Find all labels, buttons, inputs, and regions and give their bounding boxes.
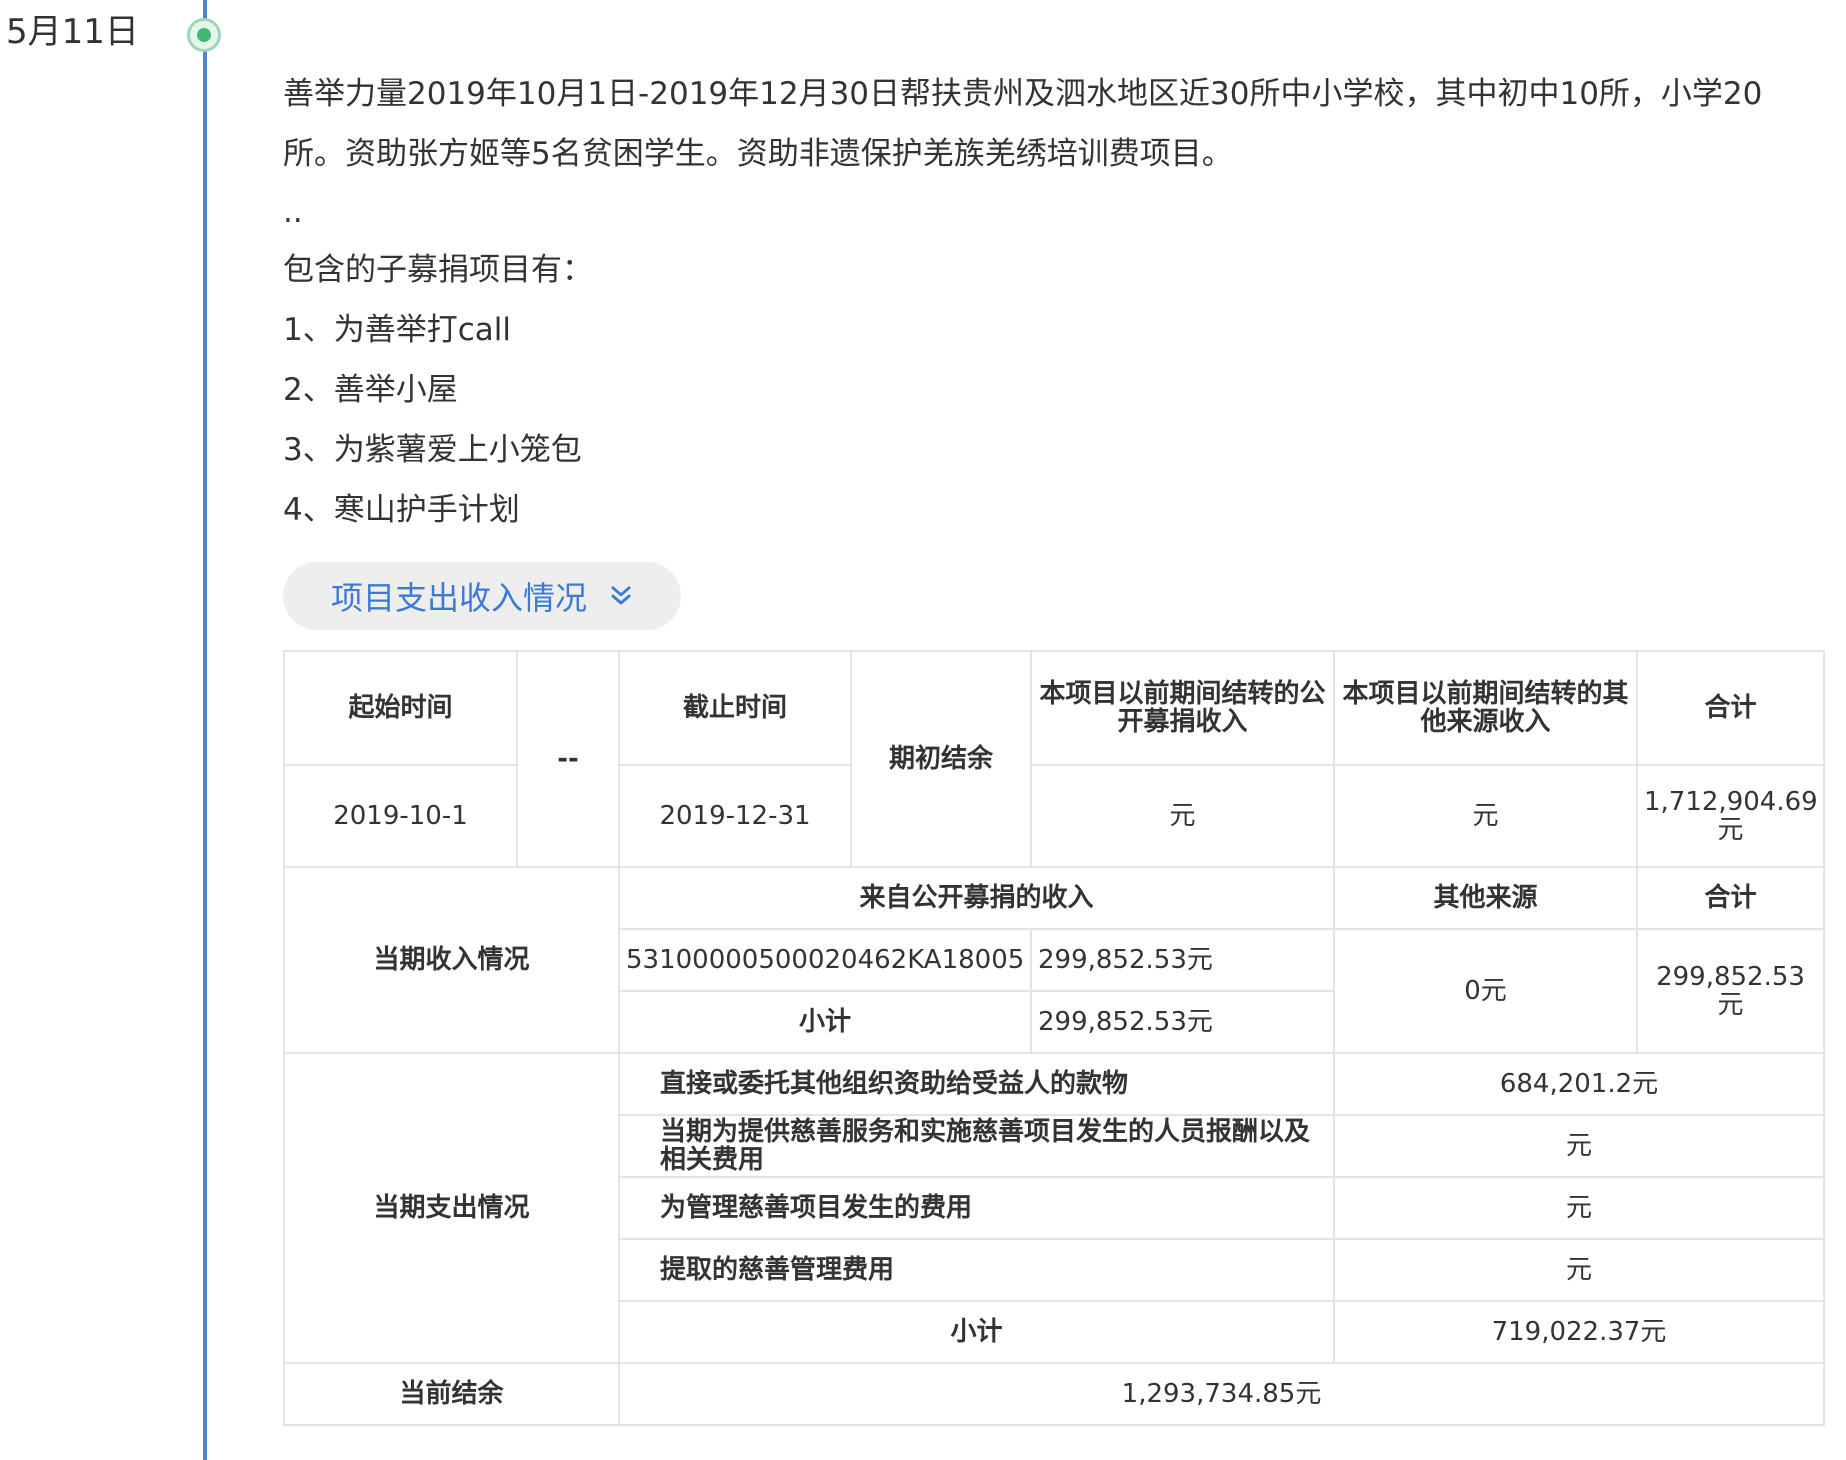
prior-other-income-value: 元 xyxy=(1333,764,1638,868)
expense-item-label: 为管理慈善项目发生的费用 xyxy=(618,1176,1335,1240)
prior-public-income-value: 元 xyxy=(1030,764,1335,868)
expense-item-value: 元 xyxy=(1333,1238,1825,1302)
end-date-value: 2019-12-31 xyxy=(618,764,852,868)
income-total-amount: 299,852.53元 xyxy=(1636,928,1825,1054)
income-subtotal-label: 小计 xyxy=(618,990,1032,1054)
ellipsis-text: .. xyxy=(283,194,303,230)
expense-item-value: 元 xyxy=(1333,1176,1825,1240)
timeline-date: 5月11日 xyxy=(6,12,139,52)
other-source-amount: 0元 xyxy=(1333,928,1638,1054)
current-expense-label: 当期支出情况 xyxy=(283,1052,620,1364)
expense-item-value: 684,201.2元 xyxy=(1333,1052,1825,1116)
prior-public-income-header: 本项目以前期间结转的公开募捐收入 xyxy=(1030,650,1335,766)
end-time-header: 截止时间 xyxy=(618,650,852,766)
expense-item-label: 提取的慈善管理费用 xyxy=(618,1238,1335,1302)
income-total-header: 合计 xyxy=(1636,866,1825,930)
double-chevron-down-icon xyxy=(611,586,631,605)
total-header: 合计 xyxy=(1636,650,1825,766)
period-separator: -- xyxy=(516,650,620,868)
other-source-header: 其他来源 xyxy=(1333,866,1638,930)
expense-subtotal-label: 小计 xyxy=(618,1300,1335,1364)
prior-other-income-header: 本项目以前期间结转的其他来源收入 xyxy=(1333,650,1638,766)
expense-item-label: 直接或委托其他组织资助给受益人的款物 xyxy=(618,1052,1335,1116)
opening-balance-header: 期初结余 xyxy=(850,650,1032,868)
start-time-header: 起始时间 xyxy=(283,650,518,766)
current-balance-label: 当前结余 xyxy=(283,1362,620,1426)
toggle-label: 项目支出收入情况 xyxy=(331,579,588,617)
post-content: 善举力量2019年10月1日-2019年12月30日帮扶贵州及泗水地区近30所中… xyxy=(283,64,1803,540)
timeline-dot-icon xyxy=(187,18,221,52)
expense-item-value: 元 xyxy=(1333,1114,1825,1178)
subproject-item: 2、善举小屋 xyxy=(283,372,458,408)
subproject-item: 4、寒山护手计划 xyxy=(283,492,520,528)
project-description: 善举力量2019年10月1日-2019年12月30日帮扶贵州及泗水地区近30所中… xyxy=(283,76,1763,172)
opening-total-value: 1,712,904.69元 xyxy=(1636,764,1825,868)
subproject-item: 3、为紫薯爱上小笼包 xyxy=(283,432,582,468)
current-income-label: 当期收入情况 xyxy=(283,866,620,1054)
current-balance-value: 1,293,734.85元 xyxy=(618,1362,1825,1426)
public-income-header: 来自公开募捐的收入 xyxy=(618,866,1335,930)
timeline-line xyxy=(203,0,207,1460)
fundraising-code-amount: 299,852.53元 xyxy=(1030,928,1335,992)
income-expense-toggle-button[interactable]: 项目支出收入情况 xyxy=(283,562,681,630)
finance-table: 起始时间 -- 截止时间 期初结余 本项目以前期间结转的公开募捐收入 本项目以前… xyxy=(283,650,1825,1426)
subproject-item: 1、为善举打call xyxy=(283,312,511,348)
expense-item-label: 当期为提供慈善服务和实施慈善项目发生的人员报酬以及相关费用 xyxy=(618,1114,1335,1178)
expense-subtotal-value: 719,022.37元 xyxy=(1333,1300,1825,1364)
start-date-value: 2019-10-1 xyxy=(283,764,518,868)
fundraising-code: 53100000500020462KA18005 xyxy=(618,928,1032,992)
income-subtotal-amount: 299,852.53元 xyxy=(1030,990,1335,1054)
subprojects-heading: 包含的子募捐项目有： xyxy=(283,252,593,288)
